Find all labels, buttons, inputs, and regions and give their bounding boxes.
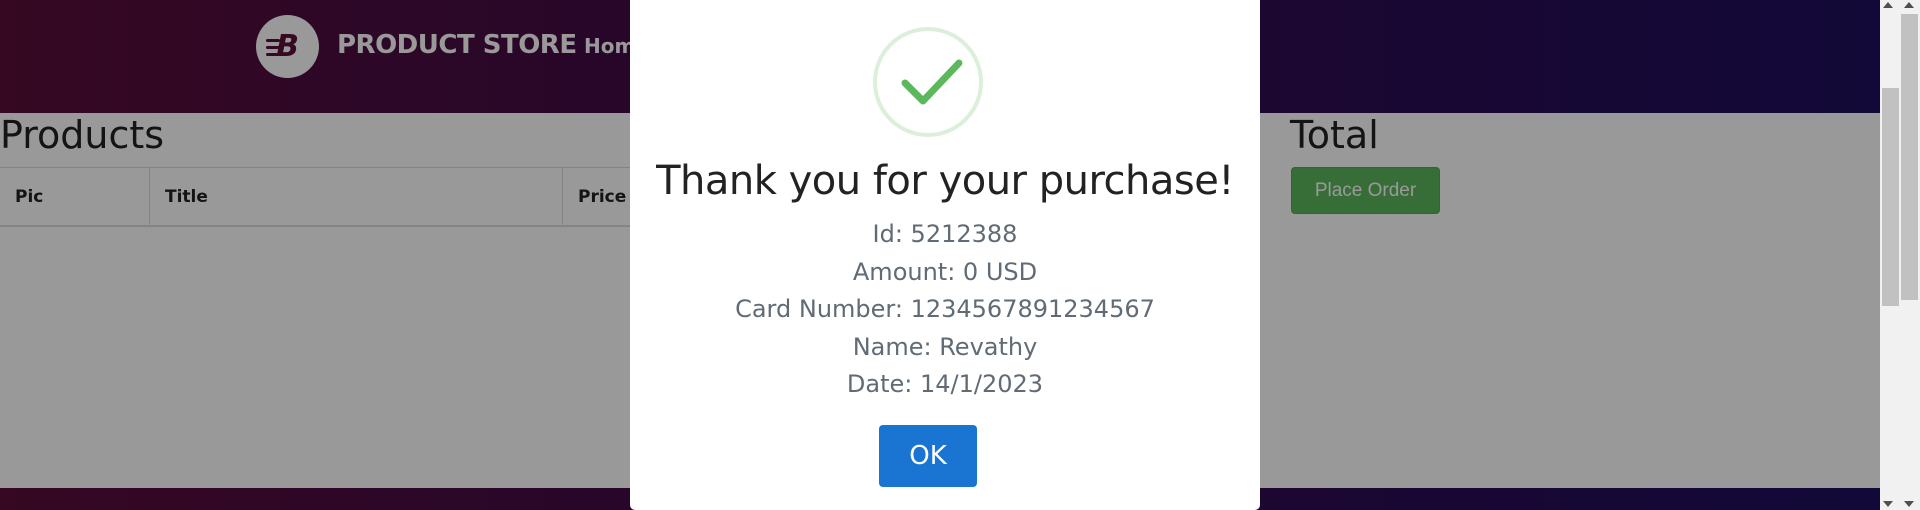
purchase-amount: Amount: 0 USD [852,257,1038,286]
purchase-name: Name: Revathy [852,332,1038,361]
ok-button[interactable]: OK [879,425,977,487]
scroll-up-arrow-icon-secondary[interactable] [1904,2,1914,8]
purchase-id: Id: 5212388 [872,220,1018,248]
scroll-up-arrow-icon[interactable] [1883,2,1893,8]
purchase-confirmation-dialog: Thank you for your purchase! Id: 5212388… [630,0,1260,510]
scroll-thumb-secondary[interactable] [1901,14,1918,300]
dialog-title: Thank you for your purchase! [656,158,1234,204]
purchase-card-number: Card Number: 1234567891234567 [735,295,1155,323]
purchase-date: Date: 14/1/2023 [846,370,1044,398]
page-scrollbar[interactable] [1880,0,1920,510]
success-icon-ring [873,27,983,137]
scroll-down-arrow-icon-secondary[interactable] [1904,501,1914,507]
checkmark-icon [901,59,963,105]
scroll-thumb[interactable] [1882,88,1899,306]
scroll-down-arrow-icon[interactable] [1883,501,1893,507]
purchase-details: Id: 5212388 Amount: 0 USD Card Number: 1… [630,216,1260,404]
